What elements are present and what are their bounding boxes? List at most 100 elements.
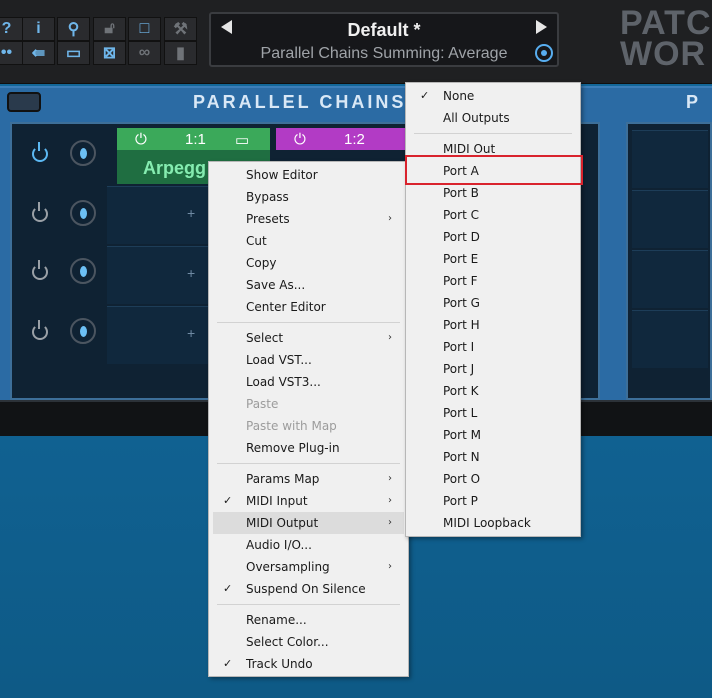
menu-item-port-c[interactable]: Port C xyxy=(410,204,576,226)
menu-item-none[interactable]: ✓ None xyxy=(410,85,576,107)
menu-item-track-undo[interactable]: ✓ Track Undo xyxy=(213,653,404,675)
menu-item-label: None xyxy=(443,89,475,103)
next-preset-icon[interactable] xyxy=(536,20,547,34)
menu-item-all-outputs[interactable]: All Outputs xyxy=(410,107,576,129)
window-icon[interactable]: □ xyxy=(128,17,161,41)
menu-item-load-vst[interactable]: Load VST... xyxy=(213,349,404,371)
panel-toggle-icon[interactable] xyxy=(7,92,41,112)
menu-item-port-m[interactable]: Port M xyxy=(410,424,576,446)
menu-item-label: Port F xyxy=(443,274,478,288)
menu-item-port-f[interactable]: Port F xyxy=(410,270,576,292)
menu-item-presets[interactable]: Presets › xyxy=(213,208,404,230)
menu-separator xyxy=(217,322,400,323)
menu-item-params-map[interactable]: Params Map › xyxy=(213,468,404,490)
info-icon[interactable]: i xyxy=(22,17,55,41)
menu-item-label: Presets xyxy=(246,212,290,226)
add-plugin-icon[interactable]: + xyxy=(187,325,195,341)
add-plugin-icon[interactable]: + xyxy=(187,265,195,281)
grid-cell[interactable] xyxy=(632,190,708,248)
help-icon[interactable]: ? xyxy=(0,17,23,41)
menu-item-label: Select xyxy=(246,331,284,345)
power-icon[interactable]: ⏻ xyxy=(135,131,147,148)
menu-item-label: Load VST3... xyxy=(246,375,321,389)
menu-item-port-j[interactable]: Port J xyxy=(410,358,576,380)
power-icon[interactable] xyxy=(32,142,48,162)
menu-item-port-l[interactable]: Port L xyxy=(410,402,576,424)
menu-item-label: Port H xyxy=(443,318,480,332)
menu-item-midi-loopback[interactable]: MIDI Loopback xyxy=(410,512,576,534)
menu-item-suspend-on-silence[interactable]: ✓ Suspend On Silence xyxy=(213,578,404,600)
menu-item-port-d[interactable]: Port D xyxy=(410,226,576,248)
gain-knob[interactable] xyxy=(70,258,96,284)
menu-item-select-color[interactable]: Select Color... xyxy=(213,631,404,653)
add-plugin-icon[interactable]: + xyxy=(187,205,195,221)
midi-icon[interactable]: •• xyxy=(0,41,23,65)
grid-cell[interactable] xyxy=(632,310,708,368)
menu-item-label: Remove Plug-in xyxy=(246,441,340,455)
grid-cell[interactable] xyxy=(632,130,708,188)
editor-icon[interactable]: ▭ xyxy=(235,131,249,149)
lock-icon[interactable]: 🔓︎ xyxy=(93,17,126,41)
gain-knob[interactable] xyxy=(70,200,96,226)
menu-item-label: Copy xyxy=(246,256,277,270)
slot-header[interactable]: ⏻ 1:1 ▭ xyxy=(117,128,270,150)
chain-row xyxy=(8,246,108,304)
input-icon[interactable]: ⇚ xyxy=(22,41,55,65)
chain-row xyxy=(8,128,108,186)
preset-selector[interactable]: Default * Parallel Chains Summing: Avera… xyxy=(209,12,559,67)
grid-cell[interactable] xyxy=(632,250,708,308)
zoom-icon[interactable]: ⚲ xyxy=(57,17,90,41)
top-toolbar: ? i ⚲ 🔓︎ □ ⚒ •• ⇚ ▭ ⊠ ∞ ▮ Default * Para… xyxy=(0,0,712,84)
summing-mode-icon[interactable] xyxy=(535,44,553,62)
power-icon[interactable]: ⏻ xyxy=(294,131,306,148)
menu-item-audio-i-o[interactable]: Audio I/O... xyxy=(213,534,404,556)
chevron-right-icon: › xyxy=(388,517,392,528)
editor-icon[interactable]: ▭ xyxy=(57,41,90,65)
menu-item-midi-output[interactable]: MIDI Output › xyxy=(213,512,404,534)
menu-item-rename[interactable]: Rename... xyxy=(213,609,404,631)
gain-knob[interactable] xyxy=(70,140,96,166)
menu-item-bypass[interactable]: Bypass xyxy=(213,186,404,208)
menu-item-copy[interactable]: Copy xyxy=(213,252,404,274)
wrench-icon[interactable]: ⚒ xyxy=(164,17,197,41)
menu-item-port-e[interactable]: Port E xyxy=(410,248,576,270)
menu-item-save-as[interactable]: Save As... xyxy=(213,274,404,296)
menu-item-label: Cut xyxy=(246,234,267,248)
menu-item-label: All Outputs xyxy=(443,111,510,125)
menu-item-label: Rename... xyxy=(246,613,307,627)
slot-header[interactable]: ⏻ 1:2 xyxy=(276,128,406,150)
menu-item-port-g[interactable]: Port G xyxy=(410,292,576,314)
power-icon[interactable] xyxy=(32,320,48,340)
slot-index: 1:2 xyxy=(344,131,365,148)
menu-item-port-b[interactable]: Port B xyxy=(410,182,576,204)
menu-item-load-vst3[interactable]: Load VST3... xyxy=(213,371,404,393)
menu-item-label: Port G xyxy=(443,296,480,310)
menu-item-port-n[interactable]: Port N xyxy=(410,446,576,468)
menu-item-select[interactable]: Select › xyxy=(213,327,404,349)
menu-item-label: Audio I/O... xyxy=(246,538,312,552)
checkmark-icon: ✓ xyxy=(420,89,430,102)
meter-icon[interactable]: ▮ xyxy=(164,41,197,65)
link-icon[interactable]: ∞ xyxy=(128,41,161,65)
menu-item-port-i[interactable]: Port I xyxy=(410,336,576,358)
menu-item-show-editor[interactable]: Show Editor xyxy=(213,164,404,186)
menu-item-port-h[interactable]: Port H xyxy=(410,314,576,336)
menu-item-midi-input[interactable]: ✓ MIDI Input › xyxy=(213,490,404,512)
menu-item-oversampling[interactable]: Oversampling › xyxy=(213,556,404,578)
checkmark-icon: ✓ xyxy=(223,582,233,595)
menu-item-label: Params Map xyxy=(246,472,320,486)
menu-separator xyxy=(414,133,572,134)
menu-item-remove-plug-in[interactable]: Remove Plug-in xyxy=(213,437,404,459)
power-icon[interactable] xyxy=(32,202,48,222)
menu-item-cut[interactable]: Cut xyxy=(213,230,404,252)
menu-item-label: Port J xyxy=(443,362,475,376)
slot-index: 1:1 xyxy=(185,131,206,148)
menu-item-center-editor[interactable]: Center Editor xyxy=(213,296,404,318)
gain-knob[interactable] xyxy=(70,318,96,344)
power-icon[interactable] xyxy=(32,260,48,280)
close-window-icon[interactable]: ⊠ xyxy=(93,41,126,65)
menu-item-port-p[interactable]: Port P xyxy=(410,490,576,512)
menu-item-port-k[interactable]: Port K xyxy=(410,380,576,402)
menu-item-label: Port N xyxy=(443,450,480,464)
menu-item-port-o[interactable]: Port O xyxy=(410,468,576,490)
